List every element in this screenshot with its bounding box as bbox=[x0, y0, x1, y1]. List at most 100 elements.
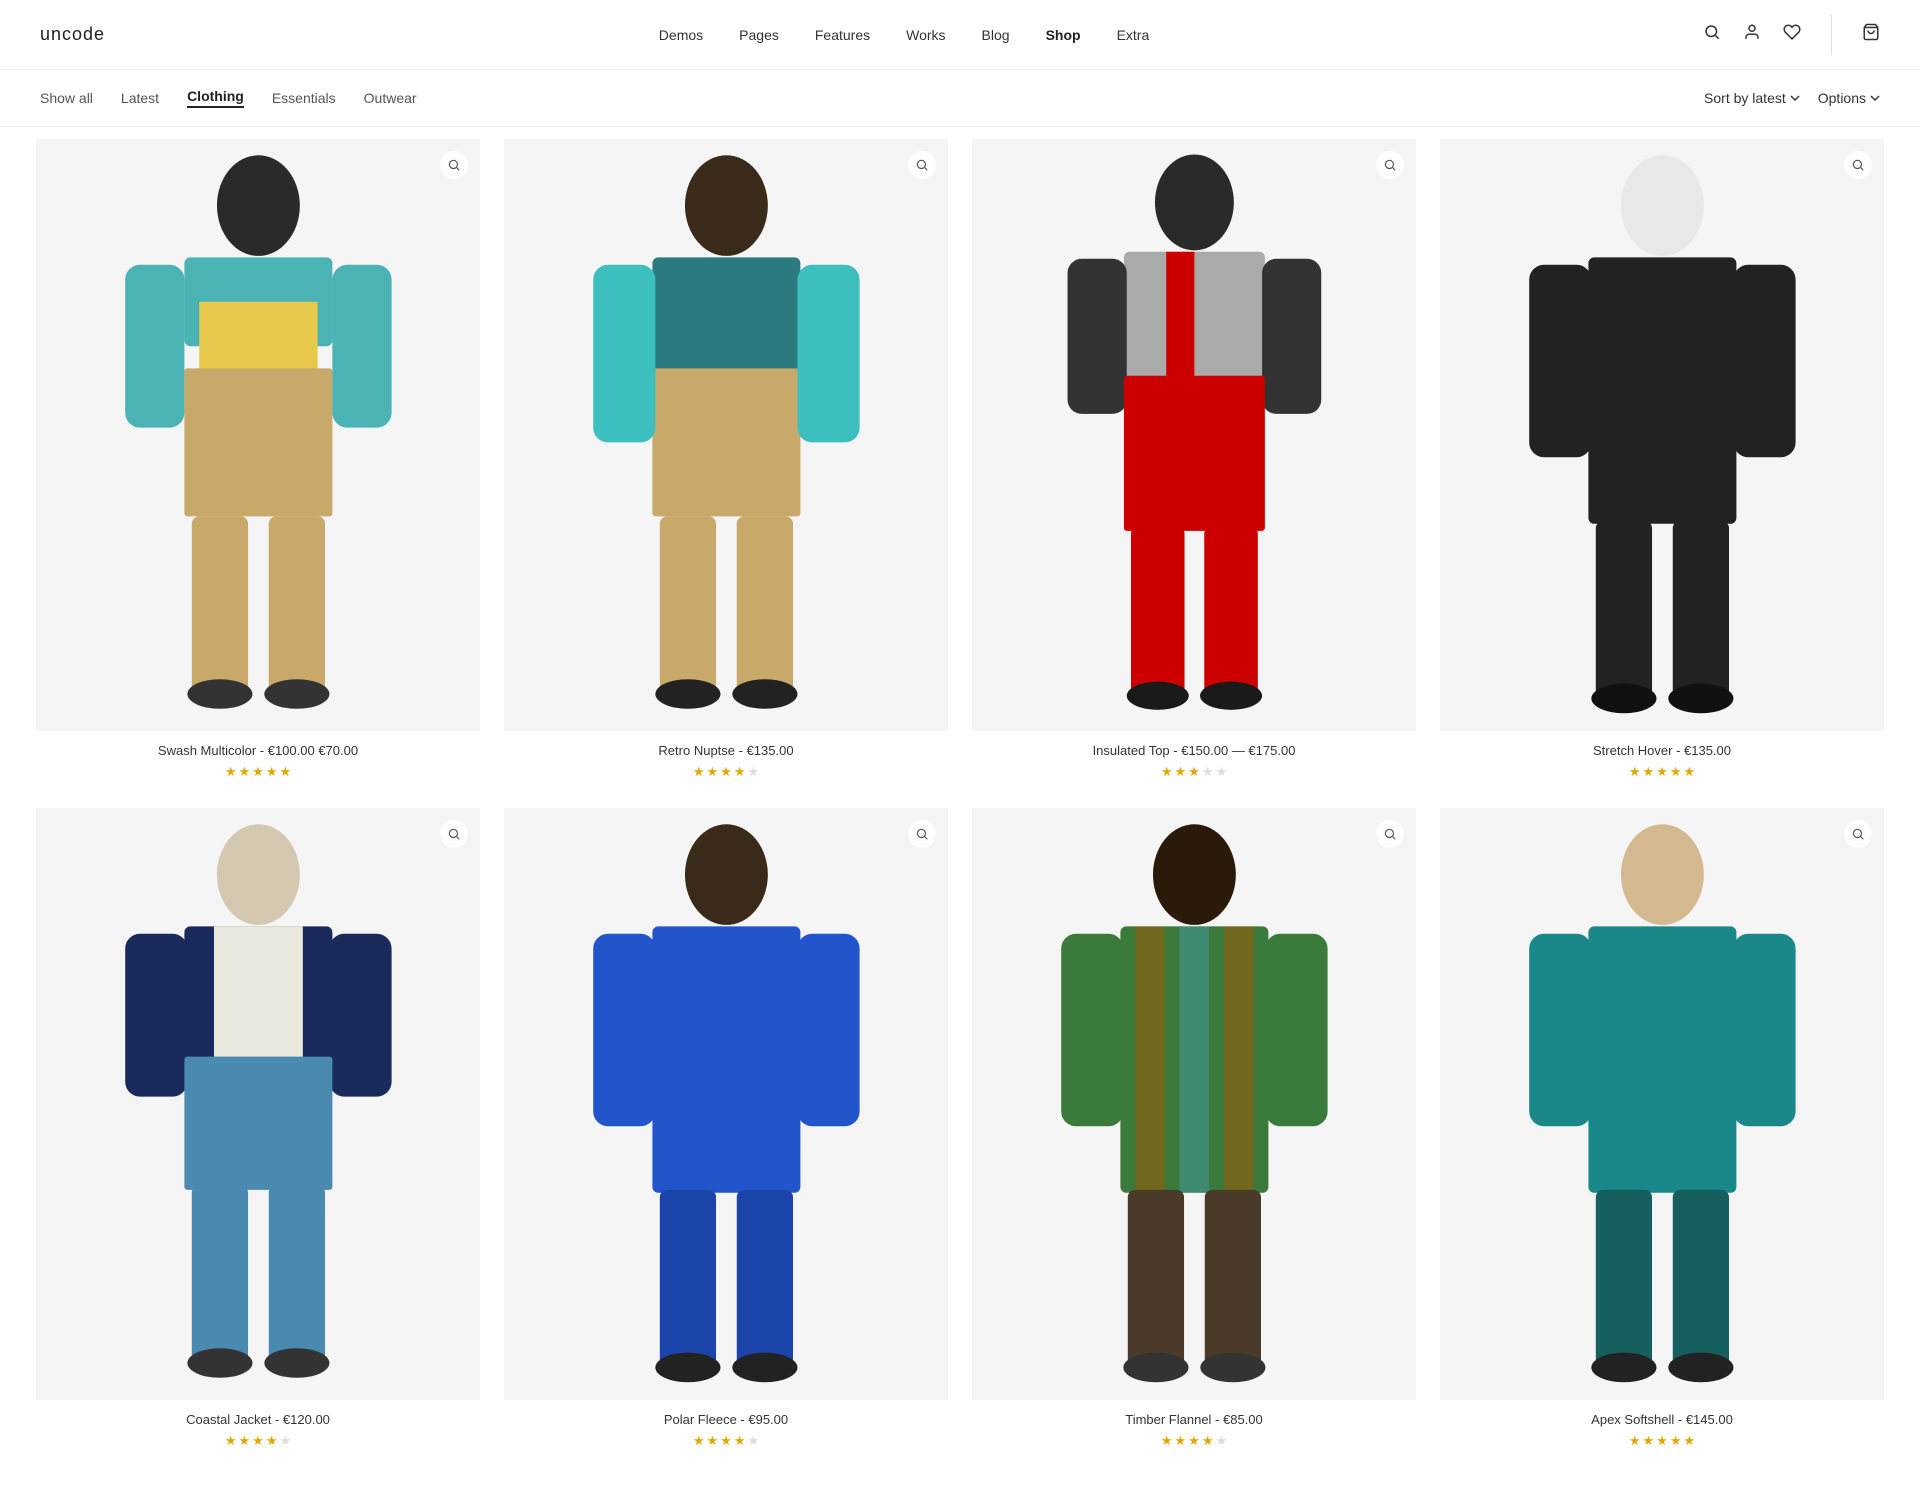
star-icon: ★ bbox=[1656, 1433, 1668, 1449]
product-name: Stretch Hover - €135.00 bbox=[1444, 743, 1880, 758]
product-figure bbox=[1440, 808, 1884, 1400]
site-logo[interactable]: uncode bbox=[40, 24, 105, 45]
product-info: Retro Nuptse - €135.00★★★★★ bbox=[504, 731, 948, 784]
product-info: Swash Multicolor - €100.00 €70.00 ★★★★★ bbox=[36, 731, 480, 784]
product-stars: ★★★★★ bbox=[508, 764, 944, 780]
product-image-wrap[interactable] bbox=[972, 139, 1416, 731]
product-stars: ★★★★★ bbox=[1444, 1433, 1880, 1449]
star-icon: ★ bbox=[266, 764, 278, 780]
star-icon: ★ bbox=[1175, 1433, 1187, 1449]
product-name: Coastal Jacket - €120.00 bbox=[40, 1412, 476, 1427]
product-info: Timber Flannel - €85.00★★★★★ bbox=[972, 1400, 1416, 1453]
filter-clothing[interactable]: Clothing bbox=[187, 88, 244, 108]
filter-right: Sort by latest Options bbox=[1704, 90, 1880, 106]
star-icon: ★ bbox=[252, 1433, 264, 1449]
product-card: Timber Flannel - €85.00★★★★★ bbox=[960, 796, 1428, 1465]
product-stars: ★★★★★ bbox=[976, 1433, 1412, 1449]
nav-item-works[interactable]: Works bbox=[906, 27, 945, 43]
star-icon: ★ bbox=[279, 1433, 291, 1449]
product-info: Apex Softshell - €145.00★★★★★ bbox=[1440, 1400, 1884, 1453]
product-stars: ★★★★★ bbox=[1444, 764, 1880, 780]
star-icon: ★ bbox=[734, 764, 746, 780]
product-info: Coastal Jacket - €120.00 ★★★★★ bbox=[36, 1400, 480, 1453]
options-button[interactable]: Options bbox=[1818, 90, 1880, 106]
product-image-wrap[interactable] bbox=[504, 139, 948, 731]
product-figure bbox=[504, 139, 948, 731]
product-figure bbox=[36, 139, 480, 731]
search-icon[interactable] bbox=[1703, 23, 1721, 46]
options-label: Options bbox=[1818, 90, 1866, 106]
header-icons bbox=[1703, 15, 1880, 55]
product-stars: ★★★★★ bbox=[40, 764, 476, 780]
product-name: Apex Softshell - €145.00 bbox=[1444, 1412, 1880, 1427]
star-icon: ★ bbox=[747, 764, 759, 780]
product-name: Timber Flannel - €85.00 bbox=[976, 1412, 1412, 1427]
product-info: Stretch Hover - €135.00 ★★★★★ bbox=[1440, 731, 1884, 784]
product-card: Insulated Top - €150.00 — €175.00★★★★★ bbox=[960, 127, 1428, 796]
star-icon: ★ bbox=[252, 764, 264, 780]
product-info: Insulated Top - €150.00 — €175.00★★★★★ bbox=[972, 731, 1416, 784]
nav-item-pages[interactable]: Pages bbox=[739, 27, 779, 43]
star-icon: ★ bbox=[225, 764, 237, 780]
star-icon: ★ bbox=[1643, 764, 1655, 780]
star-icon: ★ bbox=[720, 764, 732, 780]
nav-item-blog[interactable]: Blog bbox=[982, 27, 1010, 43]
nav-item-demos[interactable]: Demos bbox=[659, 27, 703, 43]
product-info: Polar Fleece - €95.00★★★★★ bbox=[504, 1400, 948, 1453]
star-icon: ★ bbox=[1629, 1433, 1641, 1449]
product-name: Polar Fleece - €95.00 bbox=[508, 1412, 944, 1427]
nav-item-shop[interactable]: Shop bbox=[1046, 27, 1081, 43]
filter-show-all[interactable]: Show all bbox=[40, 90, 93, 106]
star-icon: ★ bbox=[1202, 764, 1214, 780]
user-icon[interactable] bbox=[1743, 23, 1761, 46]
star-icon: ★ bbox=[693, 1433, 705, 1449]
nav-item-features[interactable]: Features bbox=[815, 27, 870, 43]
product-stars: ★★★★★ bbox=[976, 764, 1412, 780]
filter-bar: Show allLatestClothingEssentialsOutwear … bbox=[0, 70, 1920, 127]
star-icon: ★ bbox=[1215, 1433, 1227, 1449]
star-icon: ★ bbox=[693, 764, 705, 780]
star-icon: ★ bbox=[266, 1433, 278, 1449]
product-name: Retro Nuptse - €135.00 bbox=[508, 743, 944, 758]
star-icon: ★ bbox=[734, 1433, 746, 1449]
filter-categories: Show all Latest Clothing Essentials Outwear bbox=[40, 88, 417, 108]
cart-icon[interactable] bbox=[1862, 23, 1880, 46]
product-card: Swash Multicolor - €100.00 €70.00 ★★★★★ bbox=[24, 127, 492, 796]
product-figure bbox=[972, 808, 1416, 1400]
star-icon: ★ bbox=[1188, 1433, 1200, 1449]
star-icon: ★ bbox=[1161, 1433, 1173, 1449]
star-icon: ★ bbox=[1215, 764, 1227, 780]
filter-latest[interactable]: Latest bbox=[121, 90, 159, 106]
product-image-wrap[interactable] bbox=[1440, 808, 1884, 1400]
nav-divider bbox=[1831, 15, 1832, 55]
star-icon: ★ bbox=[1683, 764, 1695, 780]
product-name: Swash Multicolor - €100.00 €70.00 bbox=[40, 743, 476, 758]
star-icon: ★ bbox=[1188, 764, 1200, 780]
product-image-wrap[interactable] bbox=[36, 139, 480, 731]
star-icon: ★ bbox=[1656, 764, 1668, 780]
product-stars: ★★★★★ bbox=[40, 1433, 476, 1449]
star-icon: ★ bbox=[1202, 1433, 1214, 1449]
star-icon: ★ bbox=[225, 1433, 237, 1449]
product-image-wrap[interactable] bbox=[972, 808, 1416, 1400]
star-icon: ★ bbox=[1670, 764, 1682, 780]
filter-essentials[interactable]: Essentials bbox=[272, 90, 336, 106]
heart-icon[interactable] bbox=[1783, 23, 1801, 46]
product-figure bbox=[504, 808, 948, 1400]
sort-label: Sort by latest bbox=[1704, 90, 1786, 106]
product-image-wrap[interactable] bbox=[36, 808, 480, 1400]
product-card: Stretch Hover - €135.00 ★★★★★ bbox=[1428, 127, 1896, 796]
product-image-wrap[interactable] bbox=[1440, 139, 1884, 731]
sort-button[interactable]: Sort by latest bbox=[1704, 90, 1800, 106]
product-figure bbox=[972, 139, 1416, 731]
site-header: uncode Demos Pages Features Works Blog Shop Ex… bbox=[0, 0, 1920, 70]
filter-outwear[interactable]: Outwear bbox=[364, 90, 417, 106]
star-icon: ★ bbox=[707, 764, 719, 780]
star-icon: ★ bbox=[1670, 1433, 1682, 1449]
product-image-wrap[interactable] bbox=[504, 808, 948, 1400]
product-grid: Swash Multicolor - €100.00 €70.00★★★★★ R… bbox=[0, 127, 1920, 1505]
nav-item-extra[interactable]: Extra bbox=[1117, 27, 1150, 43]
star-icon: ★ bbox=[1643, 1433, 1655, 1449]
product-card: Polar Fleece - €95.00★★★★★ bbox=[492, 796, 960, 1465]
star-icon: ★ bbox=[1683, 1433, 1695, 1449]
